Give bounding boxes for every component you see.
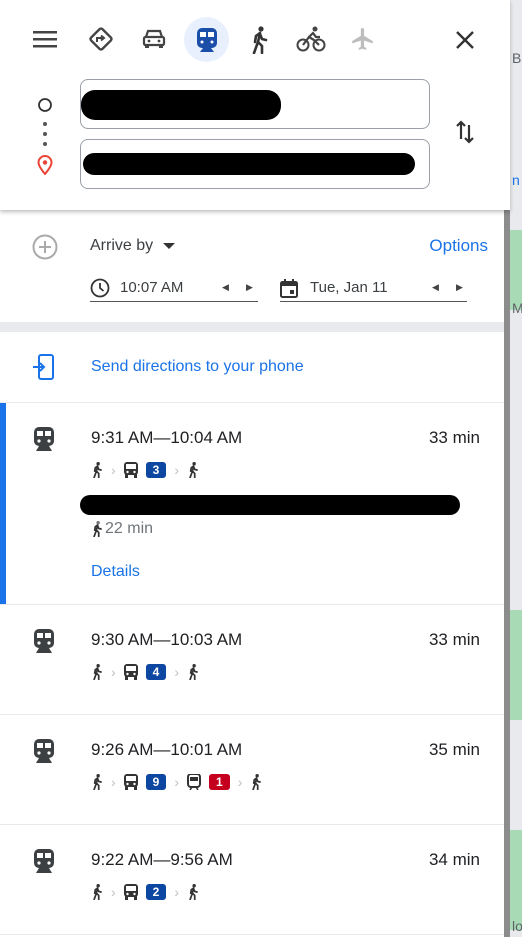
map-label: Bo — [512, 50, 522, 66]
caret-down-icon — [163, 243, 176, 249]
walk-icon — [189, 462, 198, 478]
cycling-mode-icon[interactable] — [294, 24, 328, 54]
route-option[interactable]: 9:30 AM—10:03 AM 33 min › 4 › — [0, 605, 504, 715]
chevron-right-icon: › — [111, 664, 116, 680]
arrive-by-dropdown[interactable]: Arrive by — [90, 237, 176, 255]
time-input[interactable]: 10:07 AM ◀ ▶ — [90, 274, 258, 302]
route-steps: › 9 › 1 › — [91, 774, 262, 790]
transit-icon — [34, 849, 54, 873]
bus-icon — [123, 884, 138, 900]
walk-icon — [93, 664, 102, 680]
line-badge: 1 — [209, 774, 230, 790]
route-dots-icon — [40, 118, 50, 148]
route-steps: › 3 › — [91, 462, 199, 478]
origin-circle-icon — [36, 96, 54, 114]
walk-icon — [189, 664, 198, 680]
chevron-right-icon: › — [111, 774, 116, 790]
date-previous-button[interactable]: ◀ — [432, 282, 439, 293]
route-steps: › 2 › — [91, 884, 199, 900]
flight-mode-icon[interactable] — [348, 24, 378, 54]
route-duration: 33 min — [428, 428, 480, 447]
line-badge: 9 — [145, 774, 167, 790]
map-area[interactable]: Bo n M lo — [510, 0, 522, 937]
destination-pin-icon — [35, 153, 55, 177]
walk-icon — [252, 774, 262, 790]
line-badge: 3 — [145, 462, 167, 478]
chevron-right-icon: › — [111, 462, 116, 478]
route-duration: 34 min — [428, 850, 480, 869]
date-input[interactable]: Tue, Jan 11 ◀ ▶ — [280, 274, 467, 302]
route-option[interactable]: 9:31 AM—10:04 AM 33 min › 3 › 22 min Detai… — [0, 403, 504, 605]
transit-mode-icon[interactable] — [184, 17, 229, 62]
chevron-right-icon: › — [174, 462, 180, 478]
car-mode-icon[interactable] — [139, 24, 169, 54]
destination-input[interactable] — [80, 139, 430, 189]
redaction — [80, 495, 460, 515]
chevron-right-icon: › — [237, 774, 243, 790]
route-duration: 35 min — [428, 740, 480, 759]
divider — [0, 322, 504, 332]
starting-point-input[interactable] — [80, 79, 430, 129]
bus-icon — [123, 462, 138, 478]
date-next-button[interactable]: ▶ — [456, 282, 463, 293]
train-icon — [187, 774, 202, 790]
options-link[interactable]: Options — [429, 236, 488, 256]
scrollbar[interactable] — [504, 210, 510, 937]
route-times: 9:31 AM—10:04 AM — [91, 428, 243, 447]
transit-icon — [34, 739, 54, 763]
walk-icon — [93, 884, 102, 900]
arrive-by-label: Arrive by — [90, 237, 154, 254]
redaction — [83, 153, 415, 175]
directions-panel: Arrive by Options 10:07 AM ◀ ▶ Tue, Jan … — [0, 0, 510, 937]
chevron-right-icon: › — [174, 664, 180, 680]
menu-icon[interactable] — [30, 26, 60, 52]
map-label: lo — [512, 918, 522, 934]
walk-icon — [93, 521, 102, 537]
route-times: 9:30 AM—10:03 AM — [91, 630, 243, 649]
line-badge: 2 — [145, 884, 167, 900]
directions-header — [0, 0, 510, 210]
bus-icon — [123, 664, 138, 680]
selected-indicator — [0, 403, 6, 604]
line-badge: 4 — [145, 664, 167, 680]
time-options: Arrive by Options 10:07 AM ◀ ▶ Tue, Jan … — [0, 210, 504, 322]
redaction — [81, 90, 281, 120]
walk-icon — [189, 884, 198, 900]
best-route-mode-icon[interactable] — [86, 24, 116, 54]
time-value: 10:07 AM — [120, 279, 184, 296]
transit-icon — [34, 629, 54, 653]
walk-icon — [93, 774, 102, 790]
chevron-right-icon: › — [111, 884, 116, 900]
send-to-phone-label: Send directions to your phone — [91, 358, 304, 375]
route-option[interactable]: 9:22 AM—9:56 AM 34 min › 2 › — [0, 825, 504, 935]
walk-icon — [93, 462, 102, 478]
time-previous-button[interactable]: ◀ — [222, 282, 229, 293]
route-steps: › 4 › — [91, 664, 199, 680]
chevron-right-icon: › — [174, 774, 180, 790]
route-times: 9:26 AM—10:01 AM — [91, 740, 243, 759]
send-to-phone-button[interactable]: Send directions to your phone — [0, 332, 504, 403]
route-option[interactable]: 9:26 AM—10:01 AM 35 min › 9 › 1 › — [0, 715, 504, 825]
map-label: M — [512, 300, 522, 316]
transit-icon — [34, 427, 54, 451]
details-link[interactable]: Details — [91, 563, 140, 581]
bus-icon — [123, 774, 138, 790]
walk-duration: 22 min — [91, 520, 153, 538]
clock-icon — [90, 278, 110, 297]
route-times: 9:22 AM—9:56 AM — [91, 850, 233, 869]
send-to-phone-icon — [33, 354, 54, 380]
calendar-icon — [280, 278, 298, 298]
walking-mode-icon[interactable] — [244, 24, 274, 56]
chevron-right-icon: › — [174, 884, 180, 900]
time-next-button[interactable]: ▶ — [246, 282, 253, 293]
close-icon[interactable] — [450, 25, 480, 55]
map-label: n — [512, 172, 520, 188]
add-destination-icon[interactable] — [32, 234, 58, 260]
swap-directions-icon[interactable] — [452, 117, 478, 147]
route-duration: 33 min — [428, 630, 480, 649]
date-value: Tue, Jan 11 — [310, 279, 388, 296]
